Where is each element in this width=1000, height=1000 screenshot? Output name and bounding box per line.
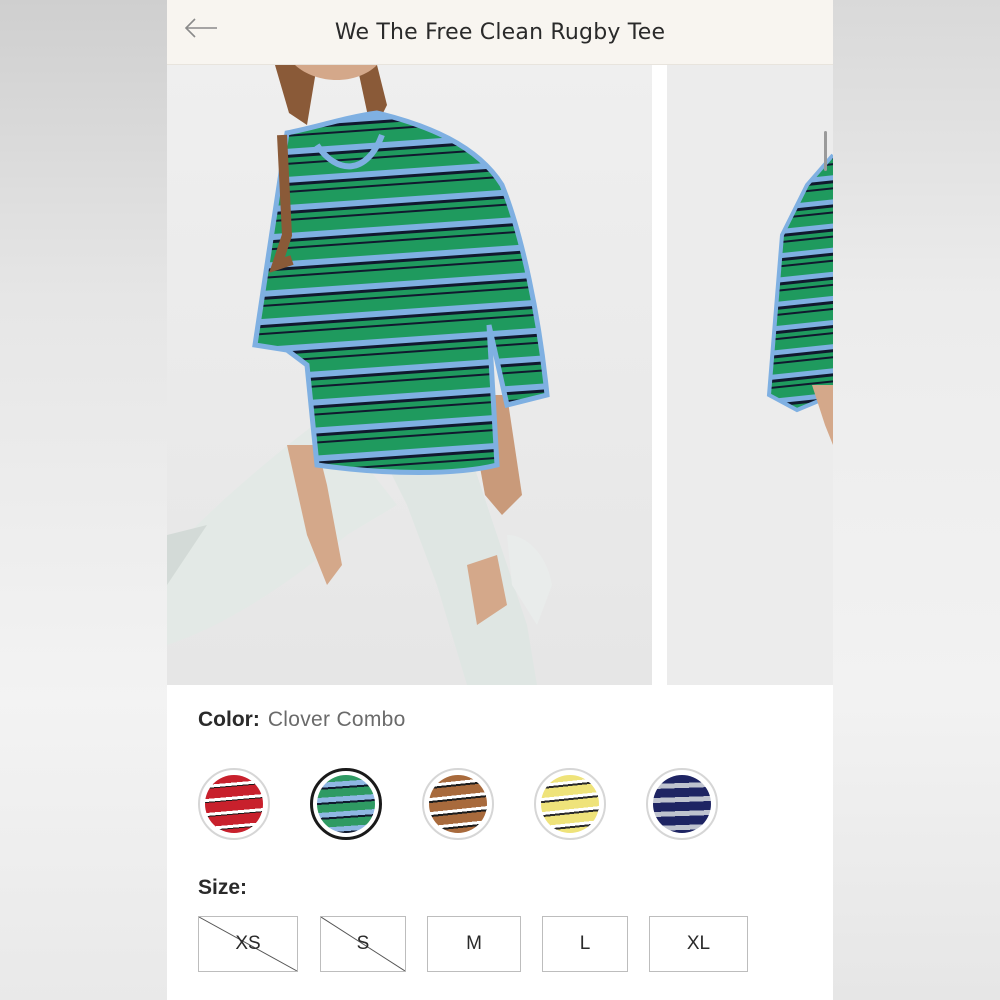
swatch-brown-stripe-fill xyxy=(429,775,487,833)
phone-screen: We The Free Clean Rugby Tee Color: Clove… xyxy=(167,0,833,1000)
color-label: Color: xyxy=(198,708,260,731)
size-label: Size: xyxy=(198,876,248,899)
size-option-xl[interactable]: XL xyxy=(649,916,748,972)
swatch-clover-combo[interactable] xyxy=(310,768,382,840)
size-option-l[interactable]: L xyxy=(542,916,628,972)
size-option-label: S xyxy=(356,933,370,954)
background-right xyxy=(833,0,1000,1000)
arrow-left-icon xyxy=(184,17,218,43)
swatch-navy-stripe-fill xyxy=(653,775,711,833)
size-option-label: XS xyxy=(235,933,261,954)
swatch-navy-stripe[interactable] xyxy=(646,768,718,840)
back-button[interactable] xyxy=(181,14,221,46)
size-option-xs-unavailable[interactable]: XS xyxy=(198,916,298,972)
swatch-red-stripe[interactable] xyxy=(198,768,270,840)
product-image-next[interactable] xyxy=(667,65,833,685)
color-swatch-list xyxy=(167,768,833,844)
product-image-main[interactable] xyxy=(167,65,652,685)
product-image-gallery[interactable] xyxy=(167,65,833,687)
swatch-yellow-stripe-fill xyxy=(541,775,599,833)
app-header: We The Free Clean Rugby Tee xyxy=(167,0,833,65)
swatch-brown-stripe[interactable] xyxy=(422,768,494,840)
color-row: Color: Clover Combo xyxy=(198,708,406,738)
swatch-yellow-stripe[interactable] xyxy=(534,768,606,840)
background-left xyxy=(0,0,167,1000)
size-option-m[interactable]: M xyxy=(427,916,521,972)
selected-color-name: Clover Combo xyxy=(267,708,406,731)
size-option-s-unavailable[interactable]: S xyxy=(320,916,406,972)
swatch-clover-combo-fill xyxy=(317,775,375,833)
size-option-label: L xyxy=(579,933,591,954)
scroll-indicator xyxy=(824,131,827,171)
page-title: We The Free Clean Rugby Tee xyxy=(334,19,666,45)
size-option-label: M xyxy=(466,933,482,954)
size-option-label: XL xyxy=(686,933,711,954)
swatch-red-stripe-fill xyxy=(205,775,263,833)
